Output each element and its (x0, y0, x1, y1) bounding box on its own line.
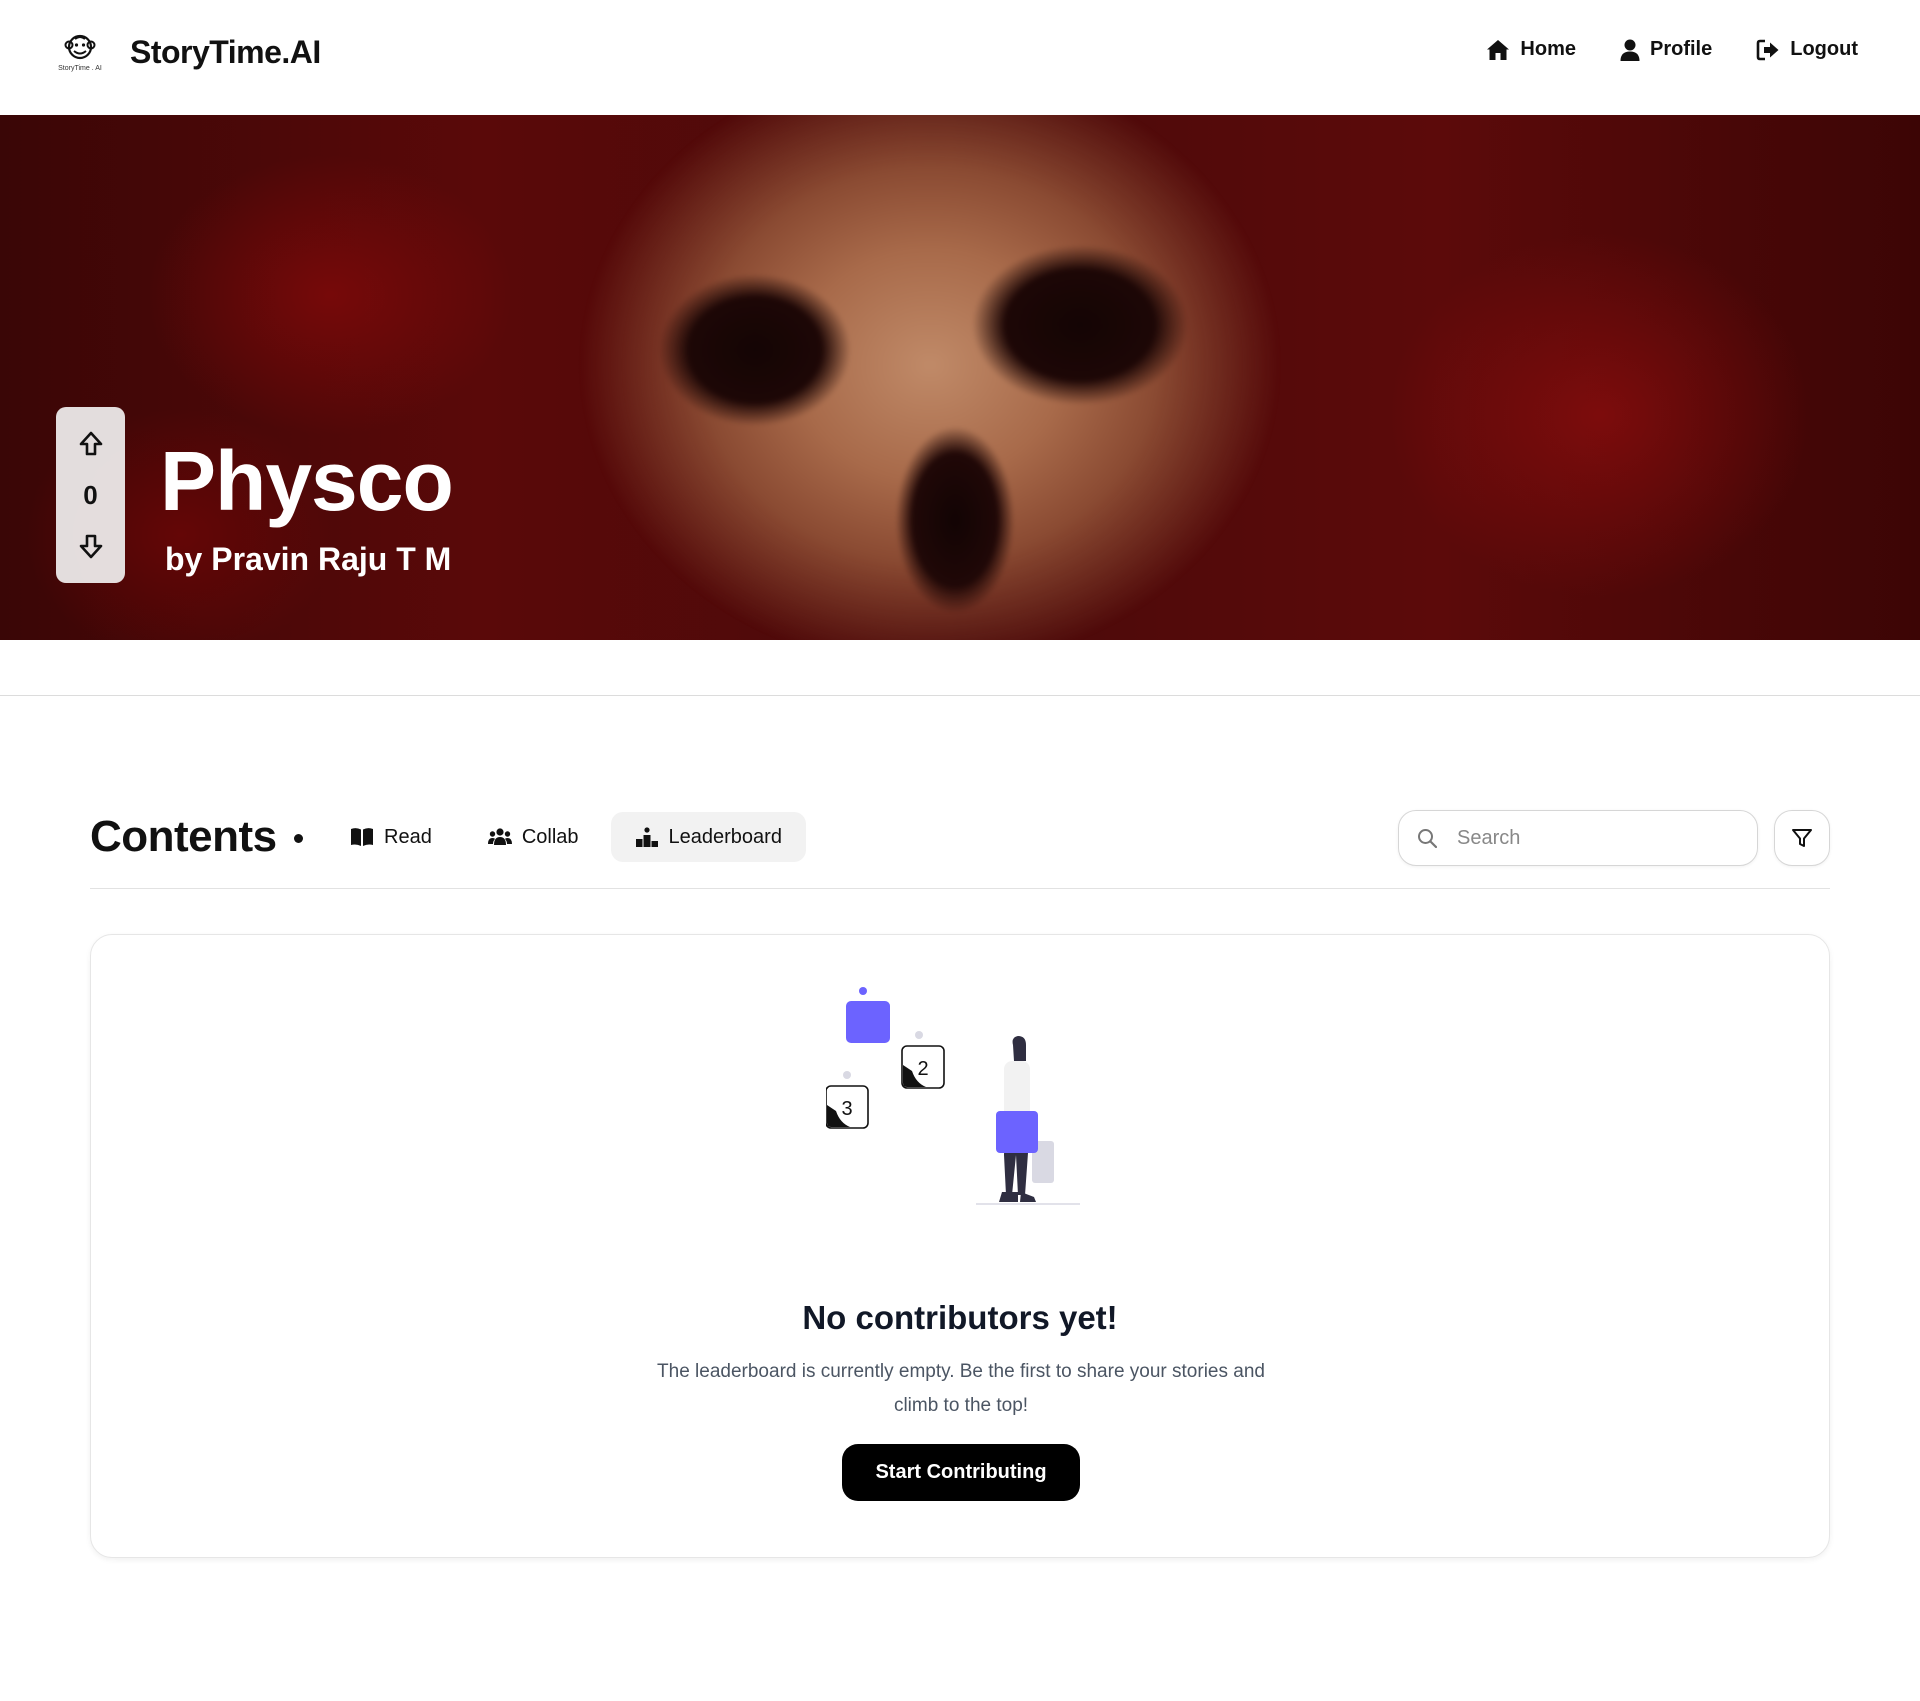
logout-icon (1756, 39, 1779, 60)
separator-dot (294, 834, 303, 843)
brand[interactable]: StoryTime . AI StoryTime.AI (48, 28, 321, 76)
story-author[interactable]: by Pravin Raju T M (165, 541, 451, 578)
users-icon (487, 828, 512, 845)
nav-logout[interactable]: Logout (1756, 38, 1858, 61)
rank-3-label: 3 (841, 1098, 852, 1120)
search-input[interactable] (1457, 826, 1737, 850)
filter-icon (1792, 829, 1812, 847)
tab-read-label: Read (384, 825, 432, 848)
nav-home[interactable]: Home (1486, 38, 1576, 61)
podium-icon (635, 827, 658, 847)
tab-leaderboard[interactable]: Leaderboard (610, 812, 806, 862)
tab-collab-label: Collab (521, 825, 579, 848)
vote-count: 0 (83, 479, 98, 510)
story-title: Physco (160, 434, 454, 528)
home-icon (1487, 39, 1510, 60)
top-navbar: StoryTime . AI StoryTime.AI Home Profile… (0, 0, 1920, 115)
nav-profile-label: Profile (1650, 38, 1713, 60)
contents-tabs: Read Collab Leaderboard (326, 812, 806, 862)
tab-read[interactable]: Read (326, 812, 456, 862)
empty-state-description: The leaderboard is currently empty. Be t… (657, 1361, 1265, 1416)
toolbar-divider (90, 888, 1830, 889)
tab-leaderboard-label: Leaderboard (668, 825, 782, 848)
upvote-button[interactable] (76, 429, 106, 459)
book-icon (351, 828, 373, 846)
rank-2-label: 2 (917, 1058, 928, 1080)
main-nav: Home Profile Logout (1486, 38, 1858, 61)
empty-leaderboard-illustration: 2 3 (826, 987, 1080, 1205)
filter-button[interactable] (1774, 810, 1830, 866)
nav-profile[interactable]: Profile (1620, 38, 1712, 61)
contents-toolbar: Contents Read Collab Leaderboard Search (90, 810, 1830, 866)
start-contributing-button[interactable]: Start Contributing (842, 1444, 1080, 1501)
section-divider (0, 695, 1920, 696)
search-field[interactable] (1398, 810, 1758, 866)
brand-name[interactable]: StoryTime.AI (130, 34, 321, 71)
user-icon (1620, 39, 1640, 61)
leaderboard-empty-card: 2 3 No contributors yet! The leaderboard… (90, 934, 1830, 1558)
search-icon (1418, 829, 1437, 848)
downvote-button[interactable] (76, 531, 106, 561)
story-cover-banner: 0 Physco by Pravin Raju T M (0, 115, 1920, 640)
monkey-logo-icon: StoryTime . AI (48, 28, 112, 76)
arrow-down-icon (79, 534, 102, 559)
arrow-up-icon (79, 431, 102, 456)
tab-collab[interactable]: Collab (464, 812, 603, 862)
vote-widget: 0 (56, 407, 125, 583)
nav-home-label: Home (1520, 38, 1576, 60)
skull-cover-image (560, 115, 1320, 640)
contents-heading: Contents (90, 812, 277, 861)
logo-caption: StoryTime . AI (58, 64, 102, 72)
empty-state-title: No contributors yet! (802, 1299, 1118, 1336)
nav-logout-label: Logout (1790, 38, 1858, 60)
